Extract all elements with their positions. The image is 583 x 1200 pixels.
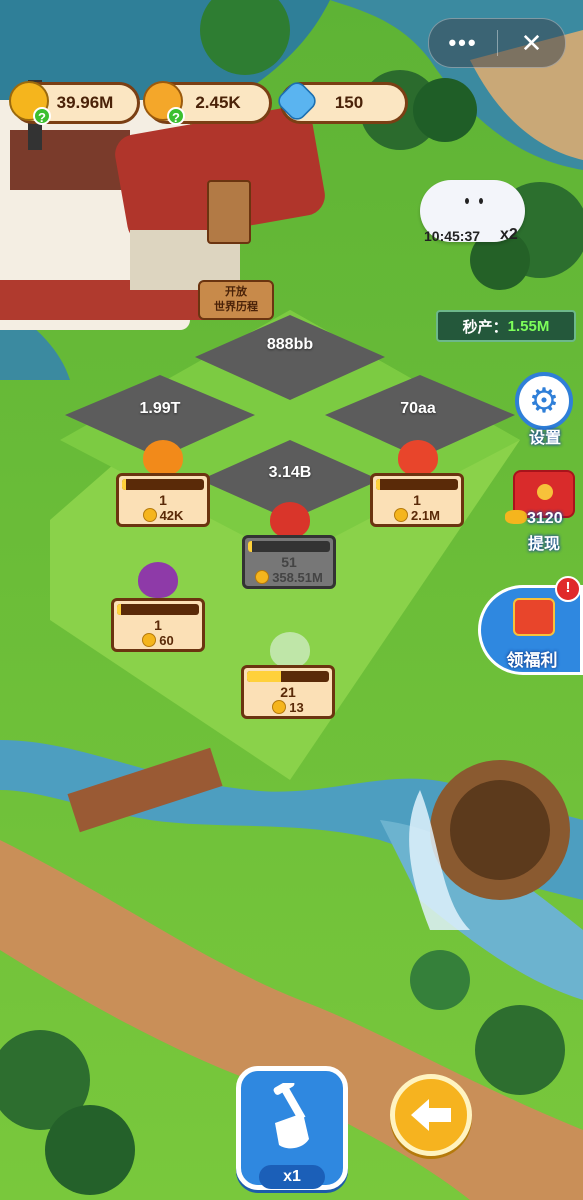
plot-label-center: 3.14B xyxy=(268,464,312,481)
shovel-icon xyxy=(273,1083,309,1149)
cloud-multiplier: x2 xyxy=(500,226,518,243)
crop-cost: 13 xyxy=(244,700,332,715)
signpost-line1: 开放 xyxy=(225,286,247,298)
cloud-time: 10:45:37 xyxy=(424,228,481,244)
withdraw-amount: 3120 xyxy=(527,510,563,527)
coin-icon xyxy=(142,508,157,522)
cabbage-veggie[interactable] xyxy=(270,632,310,668)
bonus-button[interactable]: 领福利 ! xyxy=(478,576,583,675)
back-arrow-icon xyxy=(411,1099,451,1131)
crop-level: 51 xyxy=(281,554,297,570)
tomato-veggie[interactable] xyxy=(270,502,310,538)
hearts-counter[interactable]: ? 2.45K xyxy=(143,81,272,125)
gems-value: 150 xyxy=(334,93,364,112)
miniprogram-capsule: ••• ✕ xyxy=(428,18,566,68)
crop-level: 1 xyxy=(413,492,421,508)
plot-label-left: 1.99T xyxy=(139,400,181,417)
bonus-label: 领福利 xyxy=(506,651,558,670)
cloud-timer[interactable]: 10:45:37 x2 xyxy=(415,180,535,250)
gems-counter[interactable]: 150 xyxy=(274,78,408,124)
eggplant-veggie[interactable] xyxy=(138,562,178,598)
progress-bar xyxy=(248,541,330,552)
production-value: 1.55M xyxy=(507,317,550,335)
shovel-button[interactable]: x1 xyxy=(236,1066,348,1190)
more-icon[interactable]: ••• xyxy=(429,30,497,56)
crop-level: 1 xyxy=(159,492,167,508)
plot-label-right: 70aa xyxy=(400,400,436,417)
coin-icon xyxy=(394,508,409,522)
crop-level: 21 xyxy=(280,684,296,700)
crop-level: 1 xyxy=(154,617,162,633)
crop-card[interactable]: 1 60 xyxy=(111,598,205,652)
back-button[interactable] xyxy=(390,1074,472,1156)
gold-ingot-icon xyxy=(505,510,527,524)
coins-counter[interactable]: ? 39.96M xyxy=(9,81,140,125)
notice-board xyxy=(207,180,251,244)
crop-cost: 60 xyxy=(114,633,202,648)
gift-box-icon xyxy=(513,598,555,636)
crop-card[interactable]: 1 2.1M xyxy=(370,473,464,527)
plot-label-top: 888bb xyxy=(266,336,314,353)
add-coins-icon[interactable]: ? xyxy=(33,107,51,125)
progress-bar xyxy=(122,479,204,490)
close-icon[interactable]: ✕ xyxy=(498,28,565,59)
gear-icon: ⚙ xyxy=(515,372,573,430)
orange-veggie[interactable] xyxy=(143,440,183,476)
settings-button[interactable]: ⚙ 设置 xyxy=(512,372,578,448)
hearts-value: 2.45K xyxy=(195,93,241,112)
crop-card[interactable]: 21 13 xyxy=(241,665,335,719)
coin-icon xyxy=(255,570,270,584)
progress-bar xyxy=(376,479,458,490)
production-rate: 秒产： 1.55M xyxy=(436,310,576,342)
crop-cost: 2.1M xyxy=(373,508,461,523)
crop-cost: 358.51M xyxy=(245,570,333,585)
withdraw-label: 提现 xyxy=(527,536,560,553)
coin-icon xyxy=(142,633,157,647)
settings-label: 设置 xyxy=(528,430,561,447)
cloud-eyes xyxy=(465,198,485,206)
crop-cost-value: 13 xyxy=(289,700,304,715)
add-hearts-icon[interactable]: ? xyxy=(167,107,185,125)
world-history-signpost[interactable]: 开放 世界历程 xyxy=(198,280,274,320)
signpost-line2: 世界历程 xyxy=(214,301,258,313)
progress-bar xyxy=(117,604,199,615)
alert-badge: ! xyxy=(555,576,581,602)
coins-value: 39.96M xyxy=(56,93,114,112)
crop-cost-value: 2.1M xyxy=(411,508,440,523)
crop-card[interactable]: 1 42K xyxy=(116,473,210,527)
crop-cost: 42K xyxy=(119,508,207,523)
progress-bar xyxy=(247,671,329,682)
crop-cost-value: 60 xyxy=(159,633,174,648)
crop-cost-value: 42K xyxy=(159,508,184,523)
crop-cost-value: 358.51M xyxy=(272,570,323,585)
shovel-multiplier: x1 xyxy=(259,1165,325,1189)
production-label: 秒产： xyxy=(462,318,508,336)
radish-veggie[interactable] xyxy=(398,440,438,476)
withdraw-button[interactable]: 3120 提现 xyxy=(505,470,583,556)
coin-icon xyxy=(272,700,287,714)
crop-card[interactable]: 51 358.51M xyxy=(242,535,336,589)
